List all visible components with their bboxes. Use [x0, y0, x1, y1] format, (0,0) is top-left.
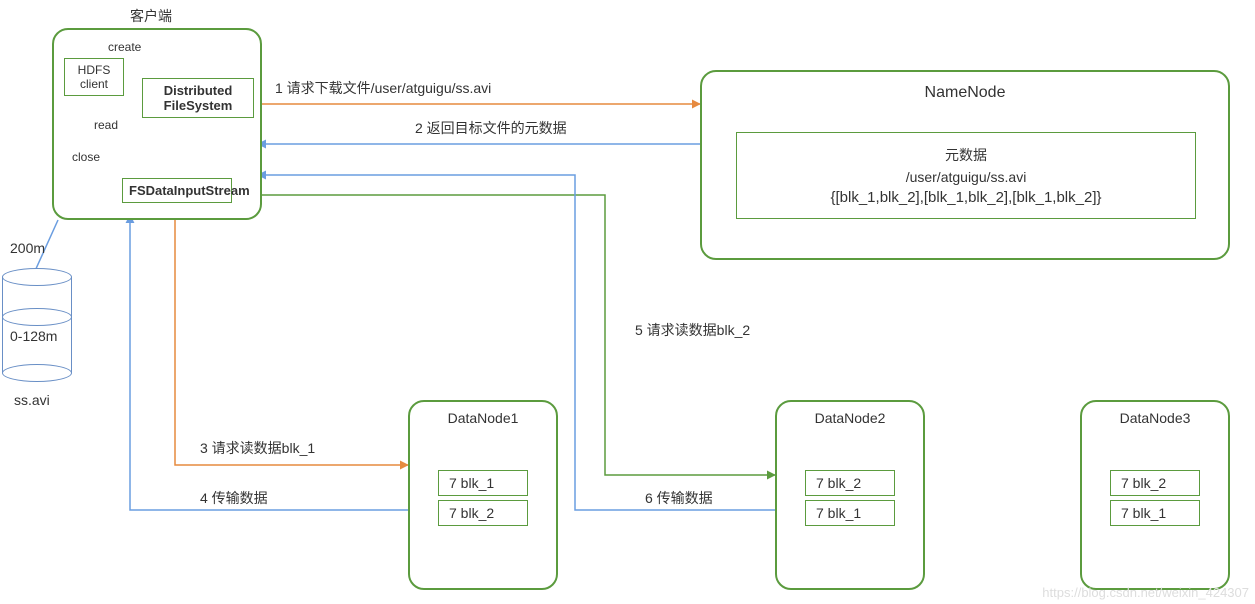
cyl-file-label: ss.avi: [14, 392, 50, 408]
step-2-label: 2 返回目标文件的元数据: [415, 118, 567, 138]
meta-path: /user/atguigu/ss.avi: [745, 169, 1187, 185]
step-6-label: 6 传输数据: [645, 488, 713, 508]
namenode-title: NameNode: [702, 84, 1228, 102]
dfs-box: Distributed FileSystem: [142, 78, 254, 118]
step-5-label: 5 请求读数据blk_2: [635, 320, 750, 340]
datanode1-block1: 7 blk_1: [438, 470, 528, 496]
close-label: close: [72, 150, 100, 164]
stream-box: FSDataInputStream: [122, 178, 232, 203]
datanode1-title: DataNode1: [410, 410, 556, 426]
step-4-label: 4 传输数据: [200, 488, 268, 508]
cylinder: 0-128m: [2, 268, 72, 378]
step-3-label: 3 请求读数据blk_1: [200, 438, 315, 458]
meta-title: 元数据: [745, 145, 1187, 165]
datanode3-block1: 7 blk_2: [1110, 470, 1200, 496]
watermark-text: https://blog.csdn.net/weixin_424307: [1042, 585, 1249, 600]
datanode1-block2: 7 blk_2: [438, 500, 528, 526]
cyl-mid-label: 0-128m: [10, 328, 57, 344]
datanode2-title: DataNode2: [777, 410, 923, 426]
client-title: 客户端: [130, 6, 172, 26]
create-label: create: [108, 40, 141, 54]
namenode-container: NameNode 元数据 /user/atguigu/ss.avi {[blk_…: [700, 70, 1230, 260]
datanode2-container: DataNode2 7 blk_2 7 blk_1: [775, 400, 925, 590]
meta-blocks: {[blk_1,blk_2],[blk_1,blk_2],[blk_1,blk_…: [745, 189, 1187, 206]
cyl-top-label: 200m: [10, 240, 45, 256]
datanode3-title: DataNode3: [1082, 410, 1228, 426]
datanode2-block2: 7 blk_1: [805, 500, 895, 526]
datanode2-block1: 7 blk_2: [805, 470, 895, 496]
hdfs-client-box: HDFS client: [64, 58, 124, 96]
datanode3-block2: 7 blk_1: [1110, 500, 1200, 526]
step-1-label: 1 请求下载文件/user/atguigu/ss.avi: [275, 78, 491, 98]
datanode3-container: DataNode3 7 blk_2 7 blk_1: [1080, 400, 1230, 590]
datanode1-container: DataNode1 7 blk_1 7 blk_2: [408, 400, 558, 590]
metadata-box: 元数据 /user/atguigu/ss.avi {[blk_1,blk_2],…: [736, 132, 1196, 219]
client-container: HDFS client Distributed FileSystem FSDat…: [52, 28, 262, 220]
read-label: read: [94, 118, 118, 132]
